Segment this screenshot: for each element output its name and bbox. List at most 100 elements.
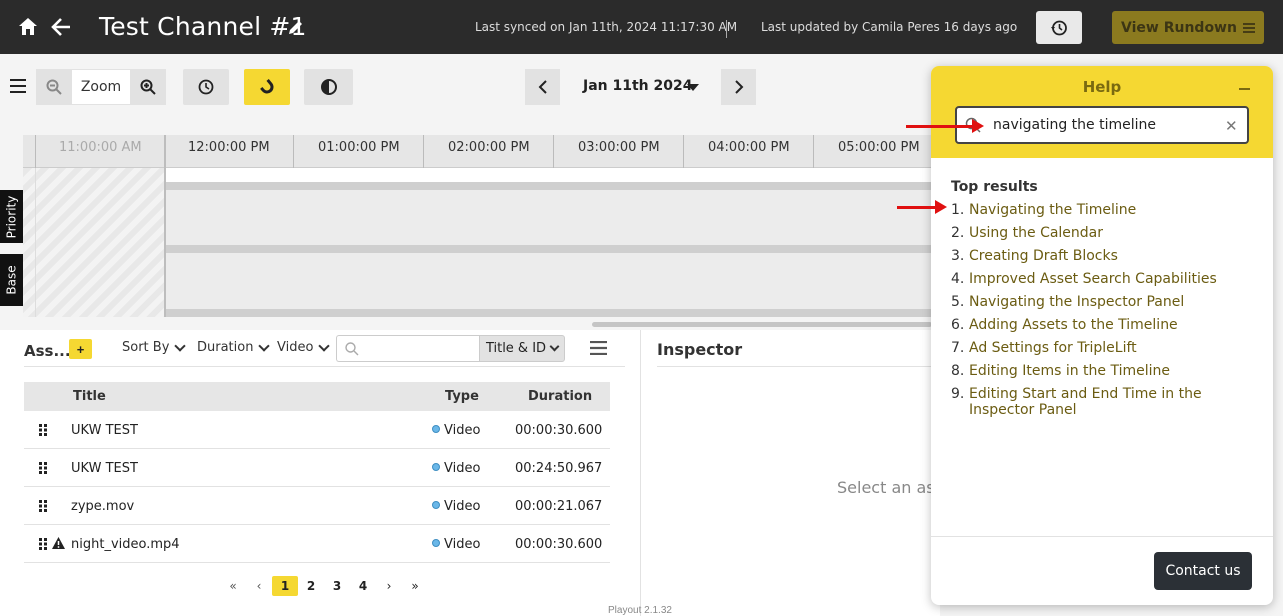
contact-us-button[interactable]: Contact us: [1154, 552, 1252, 590]
asset-search-input[interactable]: [336, 335, 479, 362]
help-result-link[interactable]: Navigating the Inspector Panel: [969, 294, 1184, 310]
timeline[interactable]: 11:00:00 AM 12:00:00 PM 01:00:00 PM 02:0…: [23, 135, 933, 317]
time-label: 11:00:00 AM: [59, 140, 142, 155]
page-button-current[interactable]: 1: [272, 576, 298, 596]
drag-handle-icon[interactable]: [39, 462, 47, 474]
next-page-button[interactable]: ›: [376, 576, 402, 596]
list-icon: [1242, 22, 1255, 33]
help-result-link[interactable]: Using the Calendar: [969, 225, 1103, 241]
clock-icon: [198, 79, 214, 95]
duration-filter-dropdown[interactable]: Duration: [197, 339, 271, 355]
home-icon[interactable]: [16, 15, 40, 39]
divider: [931, 536, 1273, 537]
assets-panel: Ass... + Sort By Duration Video Title & …: [0, 330, 640, 616]
inspector-title: Inspector: [657, 340, 743, 359]
snap-magnet-button[interactable]: [244, 69, 290, 105]
help-panel: Help navigating the timeline ✕ Top resul…: [931, 66, 1273, 605]
contrast-icon: [320, 79, 337, 95]
sort-by-dropdown[interactable]: Sort By: [122, 339, 187, 355]
help-search-input[interactable]: navigating the timeline ✕: [955, 106, 1249, 144]
add-asset-button[interactable]: +: [69, 339, 92, 359]
timeline-horizontal-scrollbar[interactable]: [592, 322, 932, 327]
help-result-link[interactable]: Navigating the Timeline: [969, 202, 1136, 218]
asset-title: zype.mov: [71, 499, 135, 514]
now-clock-button[interactable]: [183, 69, 229, 105]
drag-handle-icon[interactable]: [39, 500, 47, 512]
column-header-type[interactable]: Type: [445, 389, 479, 404]
list-item[interactable]: 2. Using the Calendar: [951, 225, 1251, 241]
column-header-title[interactable]: Title: [73, 389, 106, 404]
row-header-divider: [35, 168, 36, 317]
list-item[interactable]: 6. Adding Assets to the Timeline: [951, 317, 1251, 333]
search-field-label: Title & ID: [485, 341, 547, 356]
help-result-link[interactable]: Editing Start and End Time in the Inspec…: [969, 386, 1251, 418]
theme-toggle-button[interactable]: [304, 69, 353, 105]
menu-icon[interactable]: [10, 79, 26, 93]
time-tick: [553, 135, 554, 168]
zoom-in-button[interactable]: [130, 69, 166, 105]
time-label: 04:00:00 PM: [708, 140, 790, 155]
result-number: 2.: [951, 225, 965, 241]
view-rundown-button[interactable]: View Rundown: [1112, 11, 1264, 44]
table-row[interactable]: zype.mov Video 00:00:21.067: [24, 487, 610, 525]
help-result-link[interactable]: Creating Draft Blocks: [969, 248, 1118, 264]
page-button[interactable]: 4: [350, 576, 376, 596]
asset-duration: 00:24:50.967: [515, 461, 603, 476]
time-tick: [813, 135, 814, 168]
pencil-edit-icon[interactable]: [287, 18, 305, 36]
clear-search-icon[interactable]: ✕: [1225, 117, 1238, 135]
search-field-select[interactable]: Title & ID: [479, 335, 565, 362]
asset-type-label: Video: [444, 537, 481, 552]
help-result-link[interactable]: Improved Asset Search Capabilities: [969, 271, 1217, 287]
time-tick: [683, 135, 684, 168]
result-number: 1.: [951, 202, 965, 218]
next-day-button[interactable]: [721, 69, 756, 105]
list-item[interactable]: 1. Navigating the Timeline: [951, 202, 1251, 218]
page-button[interactable]: 2: [298, 576, 324, 596]
list-item[interactable]: 9. Editing Start and End Time in the Insp…: [951, 386, 1251, 418]
table-row[interactable]: UKW TEST Video 00:00:30.600: [24, 411, 610, 449]
columns-menu-icon[interactable]: [590, 341, 607, 355]
timeline-bottom-band: [164, 309, 933, 317]
divider: [24, 366, 625, 367]
zoom-control: Zoom: [36, 69, 166, 105]
assets-heading: Ass...: [24, 342, 71, 360]
help-result-link[interactable]: Adding Assets to the Timeline: [969, 317, 1178, 333]
list-item[interactable]: 4. Improved Asset Search Capabilities: [951, 271, 1251, 287]
column-header-duration[interactable]: Duration: [528, 389, 592, 404]
previous-page-button[interactable]: ‹: [246, 576, 272, 596]
table-row[interactable]: UKW TEST Video 00:24:50.967: [24, 449, 610, 487]
first-page-button[interactable]: «: [220, 576, 246, 596]
zoom-out-button[interactable]: [36, 69, 72, 105]
last-updated-text: Last updated by Camila Peres 16 days ago: [761, 20, 1018, 34]
asset-title: night_video.mp4: [71, 537, 180, 552]
list-item[interactable]: 7. Ad Settings for TripleLift: [951, 340, 1251, 356]
type-filter-dropdown[interactable]: Video: [277, 339, 331, 355]
video-dot-icon: [432, 539, 440, 547]
priority-track[interactable]: [164, 190, 933, 245]
drag-handle-icon[interactable]: [39, 424, 47, 436]
zoom-out-icon: [46, 79, 62, 95]
time-label: 03:00:00 PM: [578, 140, 660, 155]
drag-handle-icon[interactable]: [39, 538, 47, 550]
divider: [726, 20, 727, 38]
list-item[interactable]: 3. Creating Draft Blocks: [951, 248, 1251, 264]
zoom-label: Zoom: [72, 69, 130, 105]
base-track[interactable]: [164, 253, 933, 309]
last-page-button[interactable]: »: [402, 576, 428, 596]
history-button[interactable]: [1036, 11, 1082, 44]
list-item[interactable]: 8. Editing Items in the Timeline: [951, 363, 1251, 379]
result-number: 5.: [951, 294, 965, 310]
table-row[interactable]: night_video.mp4 Video 00:00:30.600: [24, 525, 610, 563]
caret-down-icon[interactable]: [687, 84, 699, 91]
minimize-icon[interactable]: [1239, 88, 1250, 90]
asset-type: Video: [432, 423, 480, 438]
previous-day-button[interactable]: [525, 69, 560, 105]
priority-row-tab: Priority: [0, 190, 23, 243]
page-button[interactable]: 3: [324, 576, 350, 596]
date-picker-label[interactable]: Jan 11th 2024: [583, 78, 692, 94]
help-result-link[interactable]: Ad Settings for TripleLift: [969, 340, 1137, 356]
list-item[interactable]: 5. Navigating the Inspector Panel: [951, 294, 1251, 310]
back-arrow-icon[interactable]: [50, 15, 72, 39]
help-result-link[interactable]: Editing Items in the Timeline: [969, 363, 1170, 379]
